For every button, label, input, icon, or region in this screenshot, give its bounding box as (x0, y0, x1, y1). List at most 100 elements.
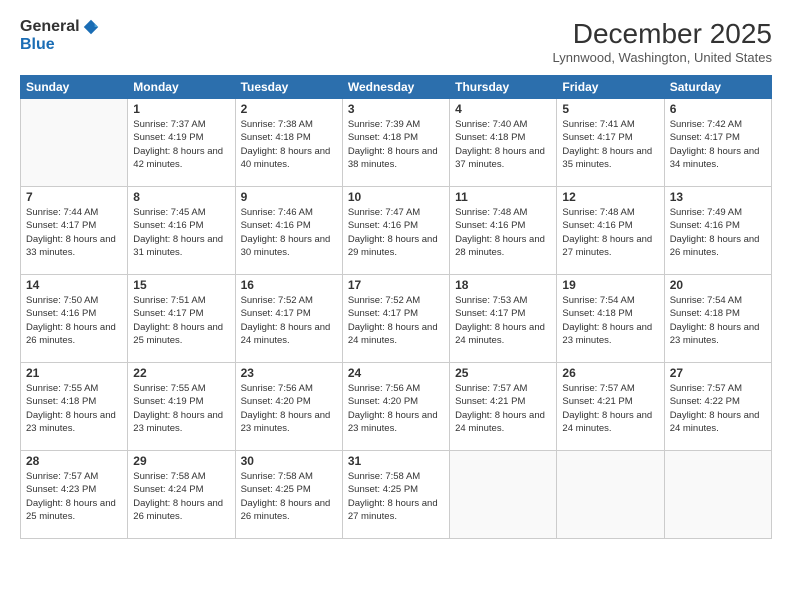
header-saturday: Saturday (664, 76, 771, 99)
day-cell: 29Sunrise: 7:58 AM Sunset: 4:24 PM Dayli… (128, 451, 235, 539)
day-info: Sunrise: 7:52 AM Sunset: 4:17 PM Dayligh… (348, 294, 444, 347)
day-cell: 5 Sunrise: 7:41 AM Sunset: 4:17 PM Daylig… (557, 99, 664, 187)
header-friday: Friday (557, 76, 664, 99)
day-info: Sunrise: 7:47 AM Sunset: 4:16 PM Dayligh… (348, 206, 444, 259)
day-cell: 7 Sunrise: 7:44 AM Sunset: 4:17 PM Daylig… (21, 187, 128, 275)
day-info: Sunrise: 7:57 AM Sunset: 4:22 PM Dayligh… (670, 382, 766, 435)
day-number: 11 (455, 190, 551, 204)
week-row-3: 21Sunrise: 7:55 AM Sunset: 4:18 PM Dayli… (21, 363, 772, 451)
day-cell: 9 Sunrise: 7:46 AM Sunset: 4:16 PM Daylig… (235, 187, 342, 275)
day-cell: 10 Sunrise: 7:47 AM Sunset: 4:16 PM Dayli… (342, 187, 449, 275)
day-info: Sunrise: 7:38 AM Sunset: 4:18 PM Dayligh… (241, 118, 337, 171)
day-cell: 21Sunrise: 7:55 AM Sunset: 4:18 PM Dayli… (21, 363, 128, 451)
day-cell: 22Sunrise: 7:55 AM Sunset: 4:19 PM Dayli… (128, 363, 235, 451)
day-info: Sunrise: 7:48 AM Sunset: 4:16 PM Dayligh… (455, 206, 551, 259)
week-row-4: 28 Sunrise: 7:57 AM Sunset: 4:23 PM Dayli… (21, 451, 772, 539)
day-cell: 28 Sunrise: 7:57 AM Sunset: 4:23 PM Dayli… (21, 451, 128, 539)
day-number: 26 (562, 366, 658, 380)
day-info: Sunrise: 7:41 AM Sunset: 4:17 PM Dayligh… (562, 118, 658, 171)
day-cell: 1Sunrise: 7:37 AM Sunset: 4:19 PM Daylig… (128, 99, 235, 187)
header-thursday: Thursday (450, 76, 557, 99)
day-cell: 20 Sunrise: 7:54 AM Sunset: 4:18 PM Dayli… (664, 275, 771, 363)
title-section: December 2025 Lynnwood, Washington, Unit… (553, 18, 772, 65)
week-row-1: 7 Sunrise: 7:44 AM Sunset: 4:17 PM Daylig… (21, 187, 772, 275)
page: General Blue December 2025 Lynnwood, Was… (0, 0, 792, 612)
day-info: Sunrise: 7:54 AM Sunset: 4:18 PM Dayligh… (670, 294, 766, 347)
header-monday: Monday (128, 76, 235, 99)
logo-general-text: General (20, 18, 80, 36)
day-number: 23 (241, 366, 337, 380)
day-number: 6 (670, 102, 766, 116)
day-number: 2 (241, 102, 337, 116)
day-info: Sunrise: 7:58 AM Sunset: 4:25 PM Dayligh… (241, 470, 337, 523)
day-number: 16 (241, 278, 337, 292)
day-info: Sunrise: 7:54 AM Sunset: 4:18 PM Dayligh… (562, 294, 658, 347)
day-number: 18 (455, 278, 551, 292)
day-cell (450, 451, 557, 539)
day-number: 17 (348, 278, 444, 292)
day-number: 24 (348, 366, 444, 380)
day-number: 27 (670, 366, 766, 380)
week-row-2: 14 Sunrise: 7:50 AM Sunset: 4:16 PM Dayli… (21, 275, 772, 363)
day-info: Sunrise: 7:45 AM Sunset: 4:16 PM Dayligh… (133, 206, 229, 259)
day-cell: 16 Sunrise: 7:52 AM Sunset: 4:17 PM Dayli… (235, 275, 342, 363)
day-number: 21 (26, 366, 122, 380)
header: General Blue December 2025 Lynnwood, Was… (20, 18, 772, 65)
day-number: 1 (133, 102, 229, 116)
day-info: Sunrise: 7:44 AM Sunset: 4:17 PM Dayligh… (26, 206, 122, 259)
day-number: 28 (26, 454, 122, 468)
day-cell: 30 Sunrise: 7:58 AM Sunset: 4:25 PM Dayli… (235, 451, 342, 539)
day-cell (557, 451, 664, 539)
day-cell: 19 Sunrise: 7:54 AM Sunset: 4:18 PM Dayli… (557, 275, 664, 363)
day-info: Sunrise: 7:57 AM Sunset: 4:21 PM Dayligh… (562, 382, 658, 435)
day-cell: 12Sunrise: 7:48 AM Sunset: 4:16 PM Dayli… (557, 187, 664, 275)
day-cell: 15Sunrise: 7:51 AM Sunset: 4:17 PM Dayli… (128, 275, 235, 363)
day-cell: 27 Sunrise: 7:57 AM Sunset: 4:22 PM Dayli… (664, 363, 771, 451)
day-number: 20 (670, 278, 766, 292)
week-row-0: 1Sunrise: 7:37 AM Sunset: 4:19 PM Daylig… (21, 99, 772, 187)
day-cell: 24Sunrise: 7:56 AM Sunset: 4:20 PM Dayli… (342, 363, 449, 451)
day-info: Sunrise: 7:57 AM Sunset: 4:21 PM Dayligh… (455, 382, 551, 435)
day-info: Sunrise: 7:55 AM Sunset: 4:19 PM Dayligh… (133, 382, 229, 435)
day-number: 8 (133, 190, 229, 204)
logo: General Blue (20, 18, 100, 54)
day-number: 13 (670, 190, 766, 204)
location: Lynnwood, Washington, United States (553, 50, 772, 65)
day-info: Sunrise: 7:58 AM Sunset: 4:24 PM Dayligh… (133, 470, 229, 523)
day-cell: 31 Sunrise: 7:58 AM Sunset: 4:25 PM Dayli… (342, 451, 449, 539)
day-number: 19 (562, 278, 658, 292)
day-info: Sunrise: 7:53 AM Sunset: 4:17 PM Dayligh… (455, 294, 551, 347)
day-number: 14 (26, 278, 122, 292)
header-sunday: Sunday (21, 76, 128, 99)
day-info: Sunrise: 7:46 AM Sunset: 4:16 PM Dayligh… (241, 206, 337, 259)
day-number: 7 (26, 190, 122, 204)
month-title: December 2025 (553, 18, 772, 50)
day-cell: 2 Sunrise: 7:38 AM Sunset: 4:18 PM Daylig… (235, 99, 342, 187)
day-number: 9 (241, 190, 337, 204)
logo-icon (82, 18, 100, 36)
day-info: Sunrise: 7:58 AM Sunset: 4:25 PM Dayligh… (348, 470, 444, 523)
day-info: Sunrise: 7:56 AM Sunset: 4:20 PM Dayligh… (241, 382, 337, 435)
day-cell (21, 99, 128, 187)
day-cell: 8 Sunrise: 7:45 AM Sunset: 4:16 PM Daylig… (128, 187, 235, 275)
weekday-header-row: Sunday Monday Tuesday Wednesday Thursday… (21, 76, 772, 99)
day-info: Sunrise: 7:42 AM Sunset: 4:17 PM Dayligh… (670, 118, 766, 171)
day-info: Sunrise: 7:40 AM Sunset: 4:18 PM Dayligh… (455, 118, 551, 171)
day-number: 10 (348, 190, 444, 204)
calendar: Sunday Monday Tuesday Wednesday Thursday… (20, 75, 772, 539)
day-cell: 23 Sunrise: 7:56 AM Sunset: 4:20 PM Dayli… (235, 363, 342, 451)
day-number: 15 (133, 278, 229, 292)
day-info: Sunrise: 7:49 AM Sunset: 4:16 PM Dayligh… (670, 206, 766, 259)
day-info: Sunrise: 7:50 AM Sunset: 4:16 PM Dayligh… (26, 294, 122, 347)
day-number: 4 (455, 102, 551, 116)
day-cell: 18 Sunrise: 7:53 AM Sunset: 4:17 PM Dayli… (450, 275, 557, 363)
day-number: 3 (348, 102, 444, 116)
day-number: 30 (241, 454, 337, 468)
day-number: 5 (562, 102, 658, 116)
day-cell: 4 Sunrise: 7:40 AM Sunset: 4:18 PM Daylig… (450, 99, 557, 187)
day-info: Sunrise: 7:52 AM Sunset: 4:17 PM Dayligh… (241, 294, 337, 347)
day-number: 31 (348, 454, 444, 468)
day-info: Sunrise: 7:57 AM Sunset: 4:23 PM Dayligh… (26, 470, 122, 523)
logo-blue-text: Blue (20, 36, 55, 54)
day-cell: 14 Sunrise: 7:50 AM Sunset: 4:16 PM Dayli… (21, 275, 128, 363)
